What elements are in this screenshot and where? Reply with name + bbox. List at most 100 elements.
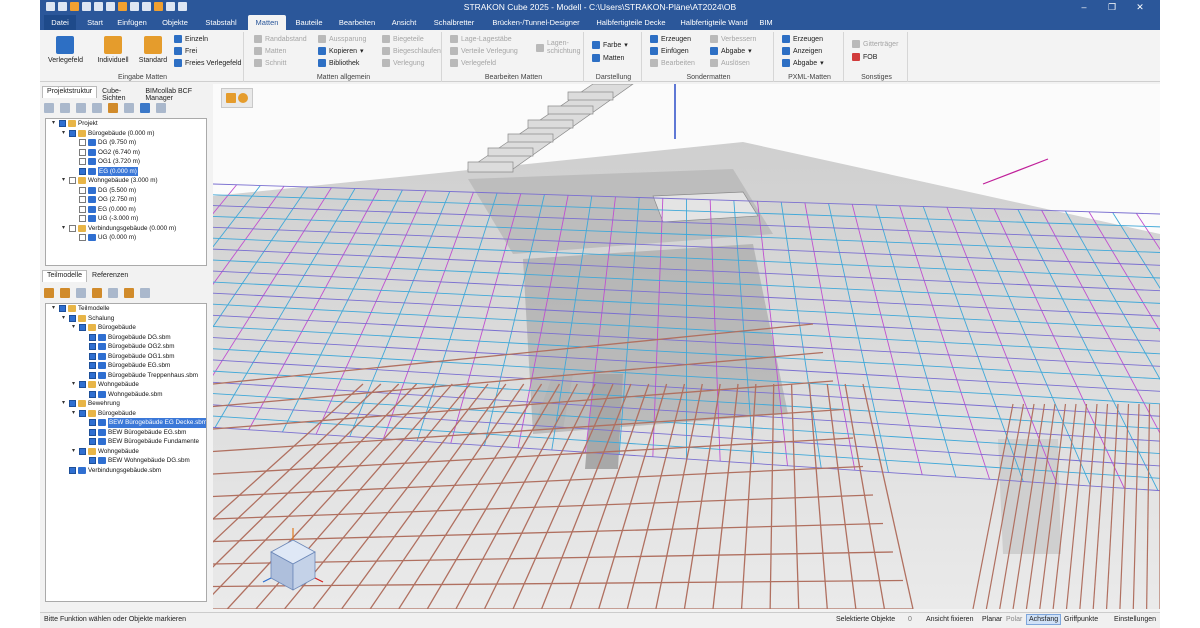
- tree-item[interactable]: UG (-3.000 m): [46, 214, 206, 224]
- planar-toggle[interactable]: Planar: [982, 616, 1002, 623]
- tree-checkbox[interactable]: [89, 438, 96, 445]
- gittertraeger-button[interactable]: Gitterträger: [852, 40, 898, 48]
- expander-icon[interactable]: ▾: [70, 381, 77, 388]
- tab-objekte[interactable]: Objekte: [154, 15, 196, 30]
- pxml-anzeigen-button[interactable]: Anzeigen: [782, 47, 822, 55]
- tree-item[interactable]: OG1 (3.720 m): [46, 157, 206, 167]
- tree-item[interactable]: Verbindungsgebäude.sbm: [46, 466, 206, 476]
- tree-item[interactable]: EG (0.000 m): [46, 205, 206, 215]
- tab-start[interactable]: Start: [80, 15, 110, 30]
- tab-bearbeiten[interactable]: Bearbeiten: [332, 15, 382, 30]
- filter-icon[interactable]: [124, 288, 134, 298]
- tree-checkbox[interactable]: [79, 148, 86, 156]
- tab-matten[interactable]: Matten: [248, 15, 286, 30]
- tree-item[interactable]: ▾ Wohngebäude: [46, 380, 206, 390]
- add-level-icon[interactable]: [92, 103, 102, 113]
- expander-icon[interactable]: ▾: [60, 177, 67, 184]
- tree-item[interactable]: ▾ Wohngebäude (3.000 m): [46, 176, 206, 186]
- pxml-erzeugen-button[interactable]: Erzeugen: [782, 35, 823, 43]
- individuell-button[interactable]: Individuell: [94, 36, 132, 64]
- verlegefeld-edit-button[interactable]: Verlegefeld: [450, 59, 496, 67]
- frei-button[interactable]: Frei: [174, 47, 197, 55]
- tab-bauteile[interactable]: Bauteile: [290, 15, 328, 30]
- sonder-erzeugen-button[interactable]: Erzeugen: [650, 35, 691, 43]
- biegeschlaufen-button[interactable]: Biegeschlaufen: [382, 47, 441, 55]
- expander-icon[interactable]: ▾: [60, 315, 67, 322]
- tab-cube-sichten[interactable]: Cube-Sichten: [97, 86, 140, 102]
- tree-item[interactable]: ▾ Bürogebäude (0.000 m): [46, 129, 206, 139]
- reload-model-icon[interactable]: [60, 288, 70, 298]
- darstellung-matten-button[interactable]: Matten: [592, 54, 624, 62]
- tree-checkbox[interactable]: [79, 205, 86, 213]
- tab-stabstahl[interactable]: Stabstahl: [198, 15, 244, 30]
- tree-checkbox[interactable]: [89, 428, 96, 436]
- achsfang-toggle[interactable]: Achsfang: [1026, 614, 1062, 625]
- einstellungen-button[interactable]: Einstellungen: [1114, 616, 1156, 623]
- tree-checkbox[interactable]: [79, 234, 86, 241]
- expander-icon[interactable]: ▾: [60, 400, 67, 407]
- settings-icon[interactable]: [140, 103, 150, 113]
- expander-icon[interactable]: ▾: [70, 410, 77, 417]
- tab-bruecken-tunnel-designer[interactable]: Brücken-/Tunnel-Designer: [486, 15, 586, 30]
- griffpunkte-toggle[interactable]: Griffpunkte: [1064, 616, 1098, 623]
- lagenschichtung-button[interactable]: Lagen-schichtung: [536, 40, 580, 56]
- schnitt-button[interactable]: Schnitt: [254, 59, 286, 67]
- tree-checkbox[interactable]: [89, 343, 96, 350]
- expander-icon[interactable]: ▾: [70, 324, 77, 331]
- tree-checkbox[interactable]: [89, 390, 96, 398]
- verteile-verlegung-button[interactable]: Verteile Verlegung: [450, 47, 518, 55]
- tree-checkbox[interactable]: [79, 409, 86, 417]
- aussparung-button[interactable]: Aussparung: [318, 35, 366, 43]
- tree-checkbox[interactable]: [69, 177, 76, 184]
- tree-item[interactable]: UG (0.000 m): [46, 233, 206, 243]
- tree-item[interactable]: BEW Bürogebäude Fundamente: [46, 437, 206, 447]
- tree-checkbox[interactable]: [69, 400, 76, 407]
- tree-item[interactable]: DG (9.750 m): [46, 138, 206, 148]
- tree-checkbox[interactable]: [89, 371, 96, 379]
- tree-checkbox[interactable]: [89, 333, 96, 341]
- verlegefeld-button[interactable]: Verlegefeld: [48, 36, 83, 64]
- restore-icon[interactable]: ❐: [1098, 0, 1126, 14]
- sonder-bearbeiten-button[interactable]: Bearbeiten: [650, 59, 695, 67]
- tree-checkbox[interactable]: [79, 186, 86, 194]
- tree-checkbox[interactable]: [89, 352, 96, 360]
- unlink-icon[interactable]: [76, 288, 86, 298]
- 3d-viewport[interactable]: [213, 84, 1160, 609]
- tree-item[interactable]: OG (2.750 m): [46, 195, 206, 205]
- render-mode-icon[interactable]: [238, 93, 248, 103]
- expander-icon[interactable]: ▾: [60, 225, 67, 232]
- standard-button[interactable]: Standard: [136, 36, 170, 64]
- tree-item[interactable]: Bürogebäude DG.sbm: [46, 333, 206, 343]
- tree-item[interactable]: ▾ Teilmodelle: [46, 304, 206, 314]
- randabstand-button[interactable]: Randabstand: [254, 35, 307, 43]
- expander-icon[interactable]: ▾: [70, 448, 77, 455]
- ausloesen-button[interactable]: Auslösen: [710, 59, 750, 67]
- tree-checkbox[interactable]: [69, 224, 76, 232]
- tab-schalbretter[interactable]: Schalbretter: [426, 15, 482, 30]
- tab-teilmodelle[interactable]: Teilmodelle: [42, 270, 88, 282]
- move-down-icon[interactable]: [44, 103, 54, 113]
- matten-button[interactable]: Matten: [254, 47, 286, 55]
- tree-checkbox[interactable]: [79, 215, 86, 222]
- tools-icon[interactable]: [156, 103, 166, 113]
- tab-halbfertigteile-wand[interactable]: Halbfertigteile Wand: [674, 15, 754, 30]
- tree-checkbox[interactable]: [69, 314, 76, 322]
- expander-icon[interactable]: ▾: [50, 305, 57, 312]
- tree-checkbox[interactable]: [79, 196, 86, 203]
- tab-bimcollab-bcf-manager[interactable]: BIMcollab BCF Manager: [140, 86, 210, 102]
- farbe-button[interactable]: Farbe ▾: [592, 41, 628, 49]
- tree-checkbox[interactable]: [79, 139, 86, 146]
- home-icon[interactable]: [76, 103, 86, 113]
- bibliothek-button[interactable]: Bibliothek: [318, 59, 359, 67]
- kopieren-button[interactable]: Kopieren ▾: [318, 47, 364, 55]
- tree-checkbox[interactable]: [59, 305, 66, 312]
- freies-verlegefeld-button[interactable]: Freies Verlegefeld: [174, 59, 241, 67]
- delete-icon[interactable]: [124, 103, 134, 113]
- tab-ansicht[interactable]: Ansicht: [386, 15, 422, 30]
- tree-item[interactable]: ▾ Projekt: [46, 119, 206, 129]
- tree-item[interactable]: ▾ Wohngebäude: [46, 447, 206, 457]
- tree-checkbox[interactable]: [69, 466, 76, 474]
- pxml-abgabe-button[interactable]: Abgabe ▾: [782, 59, 824, 67]
- rebar-3d-scene[interactable]: [213, 84, 1160, 609]
- fob-button[interactable]: FOB: [852, 53, 877, 61]
